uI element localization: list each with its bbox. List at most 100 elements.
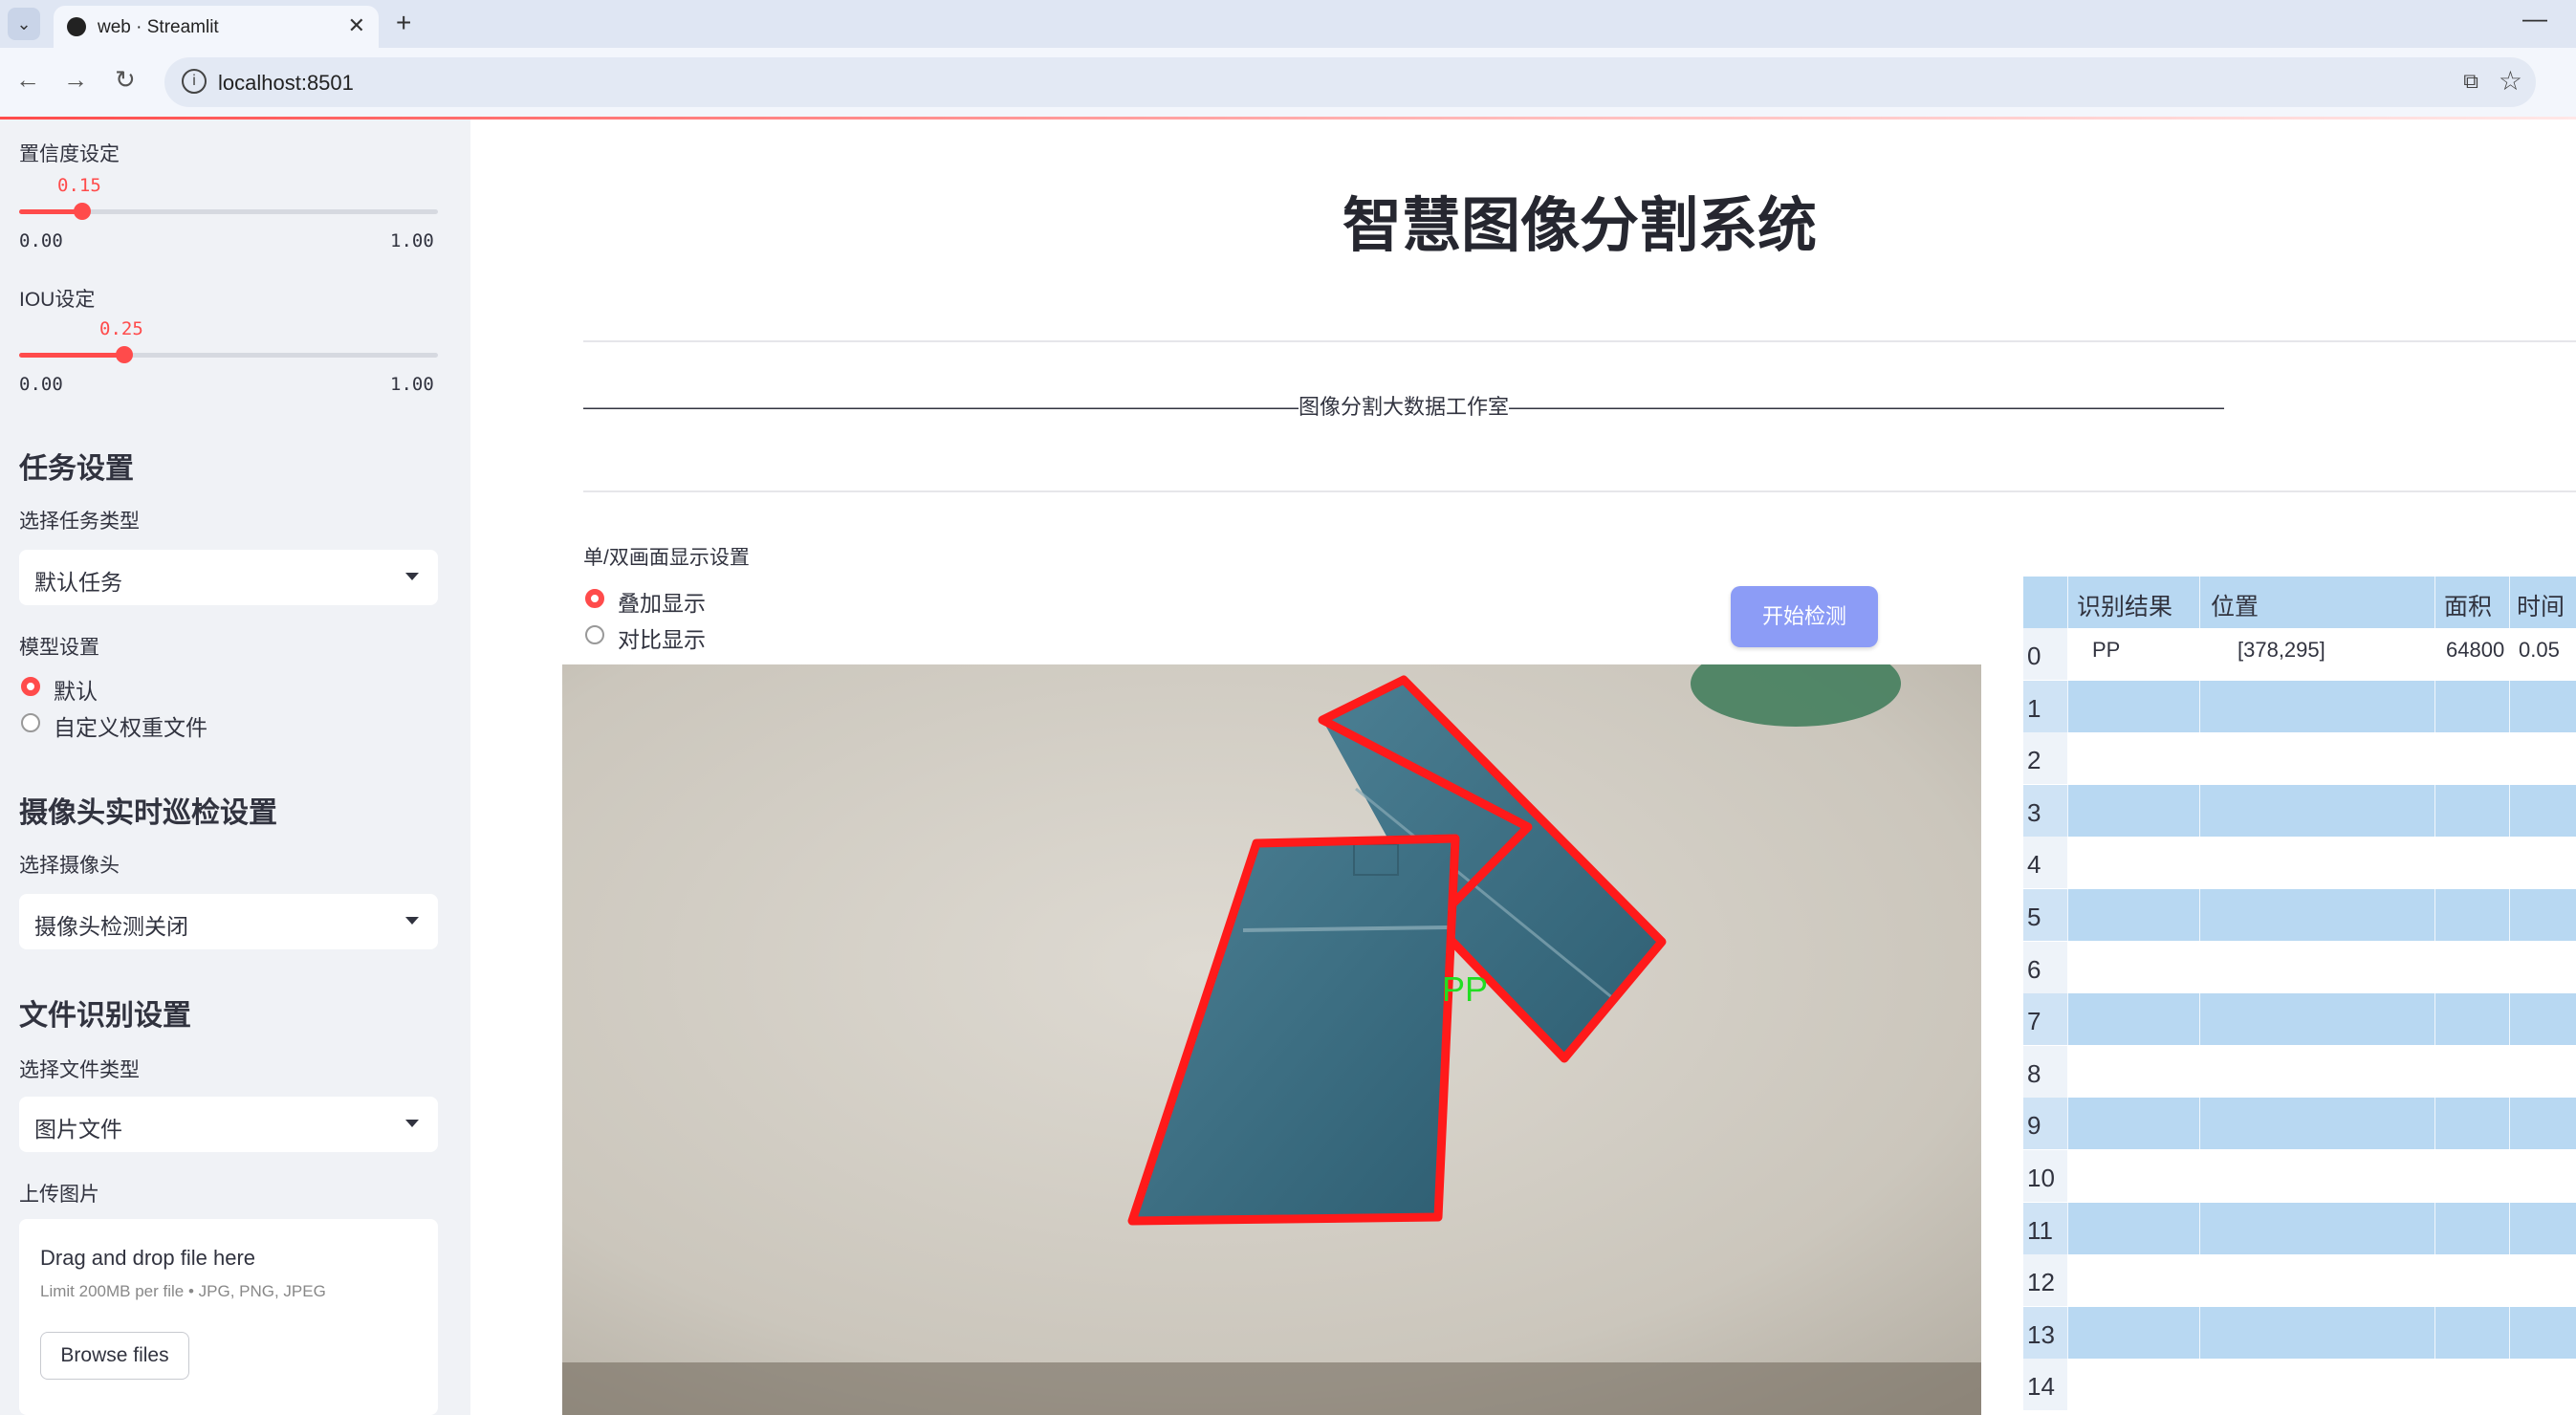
camera-label: 选择摄像头 (19, 855, 120, 877)
table-row[interactable]: 5 (2023, 889, 2576, 941)
url-text[interactable]: localhost:8501 (218, 71, 354, 96)
table-row[interactable]: 12 (2023, 1254, 2576, 1307)
main-content: 智慧图像分割系统 ———————————————————————————————… (470, 120, 2576, 1415)
start-detection-button[interactable]: 开始检测 (1731, 586, 1878, 647)
iou-min: 0.00 (19, 374, 63, 395)
column-divider (2509, 577, 2510, 1415)
camera-section-heading: 摄像头实时巡检设置 (19, 797, 277, 829)
file-type-label: 选择文件类型 (19, 1059, 140, 1081)
row-index: 3 (2027, 797, 2041, 827)
confidence-slider-thumb[interactable] (73, 203, 91, 220)
file-type-select[interactable]: 图片文件 (19, 1097, 438, 1152)
upload-label: 上传图片 (19, 1184, 99, 1206)
row-index: 5 (2027, 903, 2041, 931)
task-type-select[interactable]: 默认任务 (19, 550, 438, 605)
iou-slider[interactable] (19, 346, 438, 363)
table-row[interactable]: 1 (2023, 680, 2576, 732)
table-row[interactable]: 3 (2023, 784, 2576, 837)
radio-selected-icon[interactable] (585, 589, 604, 608)
row-index-cell: 11 (2023, 1202, 2067, 1254)
address-bar: ← → ↻ i localhost:8501 ⧉ ☆ (0, 48, 2576, 117)
chevron-down-icon (405, 917, 419, 925)
table-row[interactable]: 10 (2023, 1150, 2576, 1202)
table-row[interactable]: 9 (2023, 1098, 2576, 1150)
table-row[interactable]: 0 PP [378,295] 64800 0.05 (2023, 628, 2576, 680)
chevron-down-icon (405, 573, 419, 580)
column-divider (2199, 577, 2200, 1415)
segmentation-image-svg: PP (562, 664, 1981, 1415)
tab-list-chevron-icon[interactable]: ⌄ (8, 8, 40, 40)
table-header: 识别结果 位置 面积 时间 (2023, 577, 2576, 628)
row-index-cell: 4 (2023, 837, 2067, 889)
url-field[interactable]: i localhost:8501 ⧉ ☆ (164, 57, 2536, 107)
table-row[interactable]: 7 (2023, 993, 2576, 1046)
table-row[interactable]: 6 (2023, 941, 2576, 993)
display-option-label: 对比显示 (618, 627, 706, 652)
display-mode-label: 单/双画面显示设置 (583, 547, 750, 569)
header-position: 位置 (2211, 594, 2259, 620)
site-info-icon[interactable]: i (182, 69, 207, 94)
new-tab-icon[interactable]: + (396, 8, 411, 38)
table-row[interactable]: 14 (2023, 1359, 2576, 1411)
translate-icon[interactable]: ⧉ (2463, 69, 2478, 94)
iou-value: 0.25 (99, 318, 143, 339)
table-row[interactable]: 2 (2023, 732, 2576, 785)
header-result: 识别结果 (2077, 594, 2173, 620)
confidence-min: 0.00 (19, 230, 63, 251)
row-index: 4 (2027, 850, 2041, 880)
browser-tab[interactable]: web · Streamlit ✕ (54, 6, 379, 48)
cell-area: 64800 (2446, 638, 2505, 662)
row-index: 8 (2027, 1058, 2041, 1088)
row-index-cell: 10 (2023, 1150, 2067, 1202)
camera-select[interactable]: 摄像头检测关闭 (19, 894, 438, 949)
row-index: 7 (2027, 1007, 2041, 1036)
iou-label: IOU设定 (19, 289, 96, 311)
row-index-cell: 9 (2023, 1098, 2067, 1150)
row-index-cell: 3 (2023, 784, 2067, 837)
row-index-cell: 7 (2023, 993, 2067, 1046)
chevron-down-icon (405, 1120, 419, 1127)
page-title: 智慧图像分割系统 (1342, 193, 1817, 259)
back-icon[interactable]: ← (15, 65, 40, 95)
table-row[interactable]: 13 (2023, 1306, 2576, 1359)
camera-value: 摄像头检测关闭 (34, 914, 188, 939)
table-row[interactable]: 11 (2023, 1202, 2576, 1254)
forward-icon[interactable]: → (63, 65, 88, 95)
row-index: 2 (2027, 746, 2041, 775)
bookmark-star-icon[interactable]: ☆ (2499, 65, 2522, 97)
detection-result-image: PP (562, 664, 1981, 1415)
table-edge (562, 1362, 1981, 1415)
radio-unselected-icon[interactable] (21, 713, 40, 732)
window-minimize-icon[interactable]: — (2522, 4, 2547, 33)
row-index-cell: 13 (2023, 1306, 2067, 1359)
row-index: 11 (2027, 1215, 2053, 1245)
cell-result: PP (2092, 638, 2121, 662)
results-table[interactable]: 识别结果 位置 面积 时间 0 PP [378,295] 64800 0.05 1 2 3 4 5… (2023, 577, 2576, 1415)
iou-slider-thumb[interactable] (115, 346, 133, 363)
table-row[interactable]: 8 (2023, 1045, 2576, 1098)
row-index-cell: 2 (2023, 732, 2067, 785)
reload-icon[interactable]: ↻ (115, 65, 136, 95)
tab-close-icon[interactable]: ✕ (348, 13, 365, 38)
row-index: 12 (2027, 1268, 2055, 1297)
radio-selected-icon[interactable] (21, 677, 40, 696)
sidebar: 置信度设定 0.15 0.00 1.00 IOU设定 0.25 0.00 1.0… (0, 120, 470, 1415)
row-index-cell: 8 (2023, 1045, 2067, 1098)
row-index-cell: 14 (2023, 1359, 2067, 1411)
row-index: 10 (2027, 1164, 2055, 1192)
confidence-slider-fill (19, 209, 82, 214)
model-option-label: 默认 (54, 679, 98, 704)
table-row[interactable]: 4 (2023, 837, 2576, 889)
display-option-label: 叠加显示 (618, 591, 706, 616)
task-type-value: 默认任务 (34, 570, 122, 595)
radio-unselected-icon[interactable] (585, 625, 604, 644)
studio-banner: ——————————————————————————————————图像分割大数… (583, 395, 2225, 419)
row-index: 9 (2027, 1111, 2041, 1141)
confidence-slider[interactable] (19, 203, 438, 220)
browse-files-button[interactable]: Browse files (40, 1332, 189, 1380)
iou-max: 1.00 (390, 374, 434, 395)
model-label: 模型设置 (19, 637, 99, 659)
streamlit-favicon-icon (67, 17, 86, 36)
file-uploader-dropzone[interactable]: Drag and drop file here Limit 200MB per … (19, 1219, 438, 1415)
column-divider (2434, 577, 2435, 1415)
